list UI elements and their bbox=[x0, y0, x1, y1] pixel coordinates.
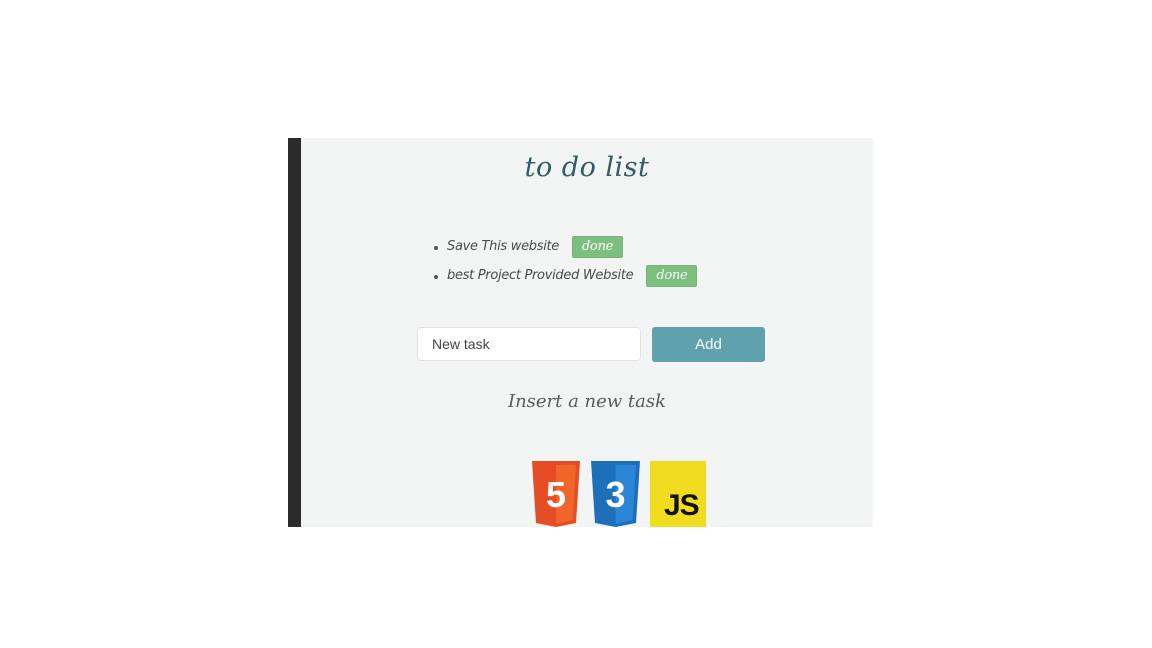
javascript-glyph: JS bbox=[664, 489, 700, 522]
done-button[interactable]: done bbox=[646, 264, 698, 287]
list-item: Save This website done bbox=[434, 232, 697, 261]
task-text: best Project Provided Website bbox=[447, 268, 634, 283]
list-item: best Project Provided Website done bbox=[434, 261, 698, 290]
page-title: to do list bbox=[524, 152, 650, 183]
css3-icon: 3 bbox=[591, 461, 640, 527]
add-button[interactable]: Add bbox=[652, 327, 765, 362]
css3-glyph: 3 bbox=[605, 474, 625, 515]
done-button[interactable]: done bbox=[572, 235, 624, 258]
bullet-icon bbox=[434, 274, 438, 279]
html5-icon: 5 bbox=[532, 461, 580, 527]
javascript-icon: JS bbox=[650, 461, 706, 527]
bullet-icon bbox=[434, 245, 438, 250]
hint-text: Insert a new task bbox=[507, 391, 667, 412]
left-edge-bar bbox=[288, 138, 301, 527]
app-window: to do list Save This website done best P… bbox=[288, 138, 873, 527]
html5-glyph: 5 bbox=[546, 474, 566, 515]
task-text: Save This website bbox=[447, 239, 560, 254]
task-list: Save This website done best Project Prov… bbox=[434, 232, 698, 290]
new-task-input[interactable] bbox=[417, 327, 641, 361]
